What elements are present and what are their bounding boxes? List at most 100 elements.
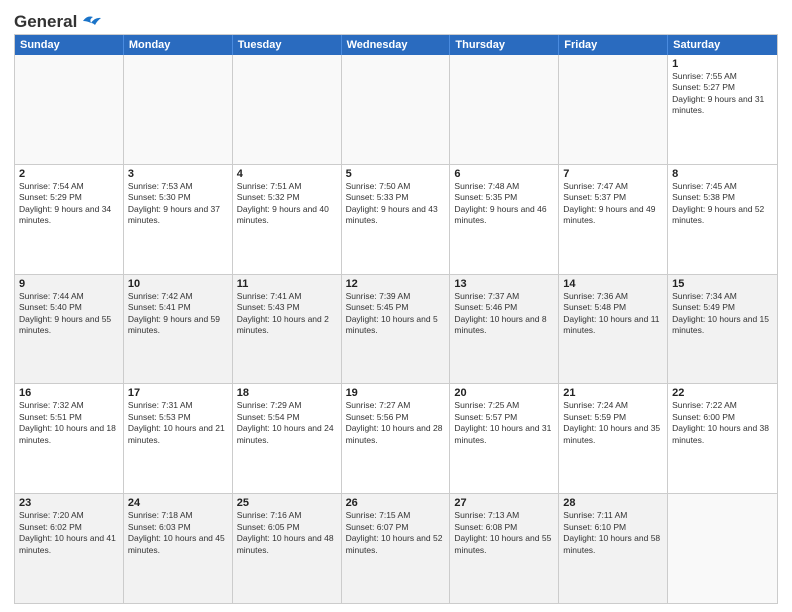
day-number: 16	[19, 387, 119, 399]
day-number: 20	[454, 387, 554, 399]
day-header-monday: Monday	[124, 35, 233, 55]
week-row-5: 23Sunrise: 7:20 AM Sunset: 6:02 PM Dayli…	[15, 493, 777, 603]
cal-cell: 17Sunrise: 7:31 AM Sunset: 5:53 PM Dayli…	[124, 384, 233, 493]
page: General SundayMondayTuesdayWednesdayThur…	[0, 0, 792, 612]
day-number: 19	[346, 387, 446, 399]
calendar-body: 1Sunrise: 7:55 AM Sunset: 5:27 PM Daylig…	[15, 55, 777, 603]
day-info: Sunrise: 7:48 AM Sunset: 5:35 PM Dayligh…	[454, 181, 554, 227]
day-header-thursday: Thursday	[450, 35, 559, 55]
cal-cell: 4Sunrise: 7:51 AM Sunset: 5:32 PM Daylig…	[233, 165, 342, 274]
day-number: 22	[672, 387, 773, 399]
calendar-header: SundayMondayTuesdayWednesdayThursdayFrid…	[15, 35, 777, 55]
day-number: 8	[672, 168, 773, 180]
calendar: SundayMondayTuesdayWednesdayThursdayFrid…	[14, 34, 778, 604]
day-info: Sunrise: 7:34 AM Sunset: 5:49 PM Dayligh…	[672, 291, 773, 337]
cal-cell: 23Sunrise: 7:20 AM Sunset: 6:02 PM Dayli…	[15, 494, 124, 603]
day-number: 7	[563, 168, 663, 180]
logo-general-text: General	[14, 12, 77, 32]
day-info: Sunrise: 7:47 AM Sunset: 5:37 PM Dayligh…	[563, 181, 663, 227]
day-number: 12	[346, 278, 446, 290]
day-number: 13	[454, 278, 554, 290]
day-number: 6	[454, 168, 554, 180]
day-info: Sunrise: 7:44 AM Sunset: 5:40 PM Dayligh…	[19, 291, 119, 337]
day-number: 5	[346, 168, 446, 180]
cal-cell: 8Sunrise: 7:45 AM Sunset: 5:38 PM Daylig…	[668, 165, 777, 274]
cal-cell: 19Sunrise: 7:27 AM Sunset: 5:56 PM Dayli…	[342, 384, 451, 493]
day-header-wednesday: Wednesday	[342, 35, 451, 55]
day-info: Sunrise: 7:36 AM Sunset: 5:48 PM Dayligh…	[563, 291, 663, 337]
day-info: Sunrise: 7:22 AM Sunset: 6:00 PM Dayligh…	[672, 400, 773, 446]
day-info: Sunrise: 7:54 AM Sunset: 5:29 PM Dayligh…	[19, 181, 119, 227]
cal-cell: 6Sunrise: 7:48 AM Sunset: 5:35 PM Daylig…	[450, 165, 559, 274]
day-info: Sunrise: 7:51 AM Sunset: 5:32 PM Dayligh…	[237, 181, 337, 227]
cal-cell	[233, 55, 342, 164]
week-row-3: 9Sunrise: 7:44 AM Sunset: 5:40 PM Daylig…	[15, 274, 777, 384]
cal-cell: 24Sunrise: 7:18 AM Sunset: 6:03 PM Dayli…	[124, 494, 233, 603]
cal-cell: 9Sunrise: 7:44 AM Sunset: 5:40 PM Daylig…	[15, 275, 124, 384]
cal-cell: 2Sunrise: 7:54 AM Sunset: 5:29 PM Daylig…	[15, 165, 124, 274]
day-number: 3	[128, 168, 228, 180]
day-number: 15	[672, 278, 773, 290]
day-info: Sunrise: 7:31 AM Sunset: 5:53 PM Dayligh…	[128, 400, 228, 446]
logo: General	[14, 12, 101, 28]
day-info: Sunrise: 7:25 AM Sunset: 5:57 PM Dayligh…	[454, 400, 554, 446]
day-number: 23	[19, 497, 119, 509]
day-number: 24	[128, 497, 228, 509]
cal-cell: 10Sunrise: 7:42 AM Sunset: 5:41 PM Dayli…	[124, 275, 233, 384]
day-header-sunday: Sunday	[15, 35, 124, 55]
cal-cell: 5Sunrise: 7:50 AM Sunset: 5:33 PM Daylig…	[342, 165, 451, 274]
day-info: Sunrise: 7:32 AM Sunset: 5:51 PM Dayligh…	[19, 400, 119, 446]
header: General	[14, 12, 778, 28]
day-number: 1	[672, 58, 773, 70]
cal-cell: 7Sunrise: 7:47 AM Sunset: 5:37 PM Daylig…	[559, 165, 668, 274]
cal-cell: 18Sunrise: 7:29 AM Sunset: 5:54 PM Dayli…	[233, 384, 342, 493]
day-info: Sunrise: 7:55 AM Sunset: 5:27 PM Dayligh…	[672, 71, 773, 117]
day-info: Sunrise: 7:27 AM Sunset: 5:56 PM Dayligh…	[346, 400, 446, 446]
day-info: Sunrise: 7:24 AM Sunset: 5:59 PM Dayligh…	[563, 400, 663, 446]
day-info: Sunrise: 7:18 AM Sunset: 6:03 PM Dayligh…	[128, 510, 228, 556]
day-info: Sunrise: 7:39 AM Sunset: 5:45 PM Dayligh…	[346, 291, 446, 337]
cal-cell	[668, 494, 777, 603]
day-number: 9	[19, 278, 119, 290]
day-info: Sunrise: 7:15 AM Sunset: 6:07 PM Dayligh…	[346, 510, 446, 556]
day-header-saturday: Saturday	[668, 35, 777, 55]
day-number: 28	[563, 497, 663, 509]
day-number: 14	[563, 278, 663, 290]
day-info: Sunrise: 7:41 AM Sunset: 5:43 PM Dayligh…	[237, 291, 337, 337]
day-number: 26	[346, 497, 446, 509]
day-number: 2	[19, 168, 119, 180]
cal-cell: 25Sunrise: 7:16 AM Sunset: 6:05 PM Dayli…	[233, 494, 342, 603]
cal-cell	[450, 55, 559, 164]
day-info: Sunrise: 7:37 AM Sunset: 5:46 PM Dayligh…	[454, 291, 554, 337]
day-info: Sunrise: 7:53 AM Sunset: 5:30 PM Dayligh…	[128, 181, 228, 227]
cal-cell: 26Sunrise: 7:15 AM Sunset: 6:07 PM Dayli…	[342, 494, 451, 603]
day-number: 21	[563, 387, 663, 399]
week-row-1: 1Sunrise: 7:55 AM Sunset: 5:27 PM Daylig…	[15, 55, 777, 164]
cal-cell: 22Sunrise: 7:22 AM Sunset: 6:00 PM Dayli…	[668, 384, 777, 493]
cal-cell: 20Sunrise: 7:25 AM Sunset: 5:57 PM Dayli…	[450, 384, 559, 493]
cal-cell: 11Sunrise: 7:41 AM Sunset: 5:43 PM Dayli…	[233, 275, 342, 384]
cal-cell: 13Sunrise: 7:37 AM Sunset: 5:46 PM Dayli…	[450, 275, 559, 384]
cal-cell: 14Sunrise: 7:36 AM Sunset: 5:48 PM Dayli…	[559, 275, 668, 384]
day-info: Sunrise: 7:20 AM Sunset: 6:02 PM Dayligh…	[19, 510, 119, 556]
day-number: 27	[454, 497, 554, 509]
day-info: Sunrise: 7:29 AM Sunset: 5:54 PM Dayligh…	[237, 400, 337, 446]
cal-cell	[15, 55, 124, 164]
week-row-4: 16Sunrise: 7:32 AM Sunset: 5:51 PM Dayli…	[15, 383, 777, 493]
day-header-friday: Friday	[559, 35, 668, 55]
cal-cell: 3Sunrise: 7:53 AM Sunset: 5:30 PM Daylig…	[124, 165, 233, 274]
day-number: 18	[237, 387, 337, 399]
cal-cell: 15Sunrise: 7:34 AM Sunset: 5:49 PM Dayli…	[668, 275, 777, 384]
cal-cell	[342, 55, 451, 164]
day-number: 17	[128, 387, 228, 399]
cal-cell: 12Sunrise: 7:39 AM Sunset: 5:45 PM Dayli…	[342, 275, 451, 384]
day-info: Sunrise: 7:45 AM Sunset: 5:38 PM Dayligh…	[672, 181, 773, 227]
day-info: Sunrise: 7:11 AM Sunset: 6:10 PM Dayligh…	[563, 510, 663, 556]
cal-cell: 16Sunrise: 7:32 AM Sunset: 5:51 PM Dayli…	[15, 384, 124, 493]
day-info: Sunrise: 7:50 AM Sunset: 5:33 PM Dayligh…	[346, 181, 446, 227]
cal-cell: 21Sunrise: 7:24 AM Sunset: 5:59 PM Dayli…	[559, 384, 668, 493]
day-info: Sunrise: 7:16 AM Sunset: 6:05 PM Dayligh…	[237, 510, 337, 556]
day-info: Sunrise: 7:13 AM Sunset: 6:08 PM Dayligh…	[454, 510, 554, 556]
cal-cell: 28Sunrise: 7:11 AM Sunset: 6:10 PM Dayli…	[559, 494, 668, 603]
day-number: 4	[237, 168, 337, 180]
